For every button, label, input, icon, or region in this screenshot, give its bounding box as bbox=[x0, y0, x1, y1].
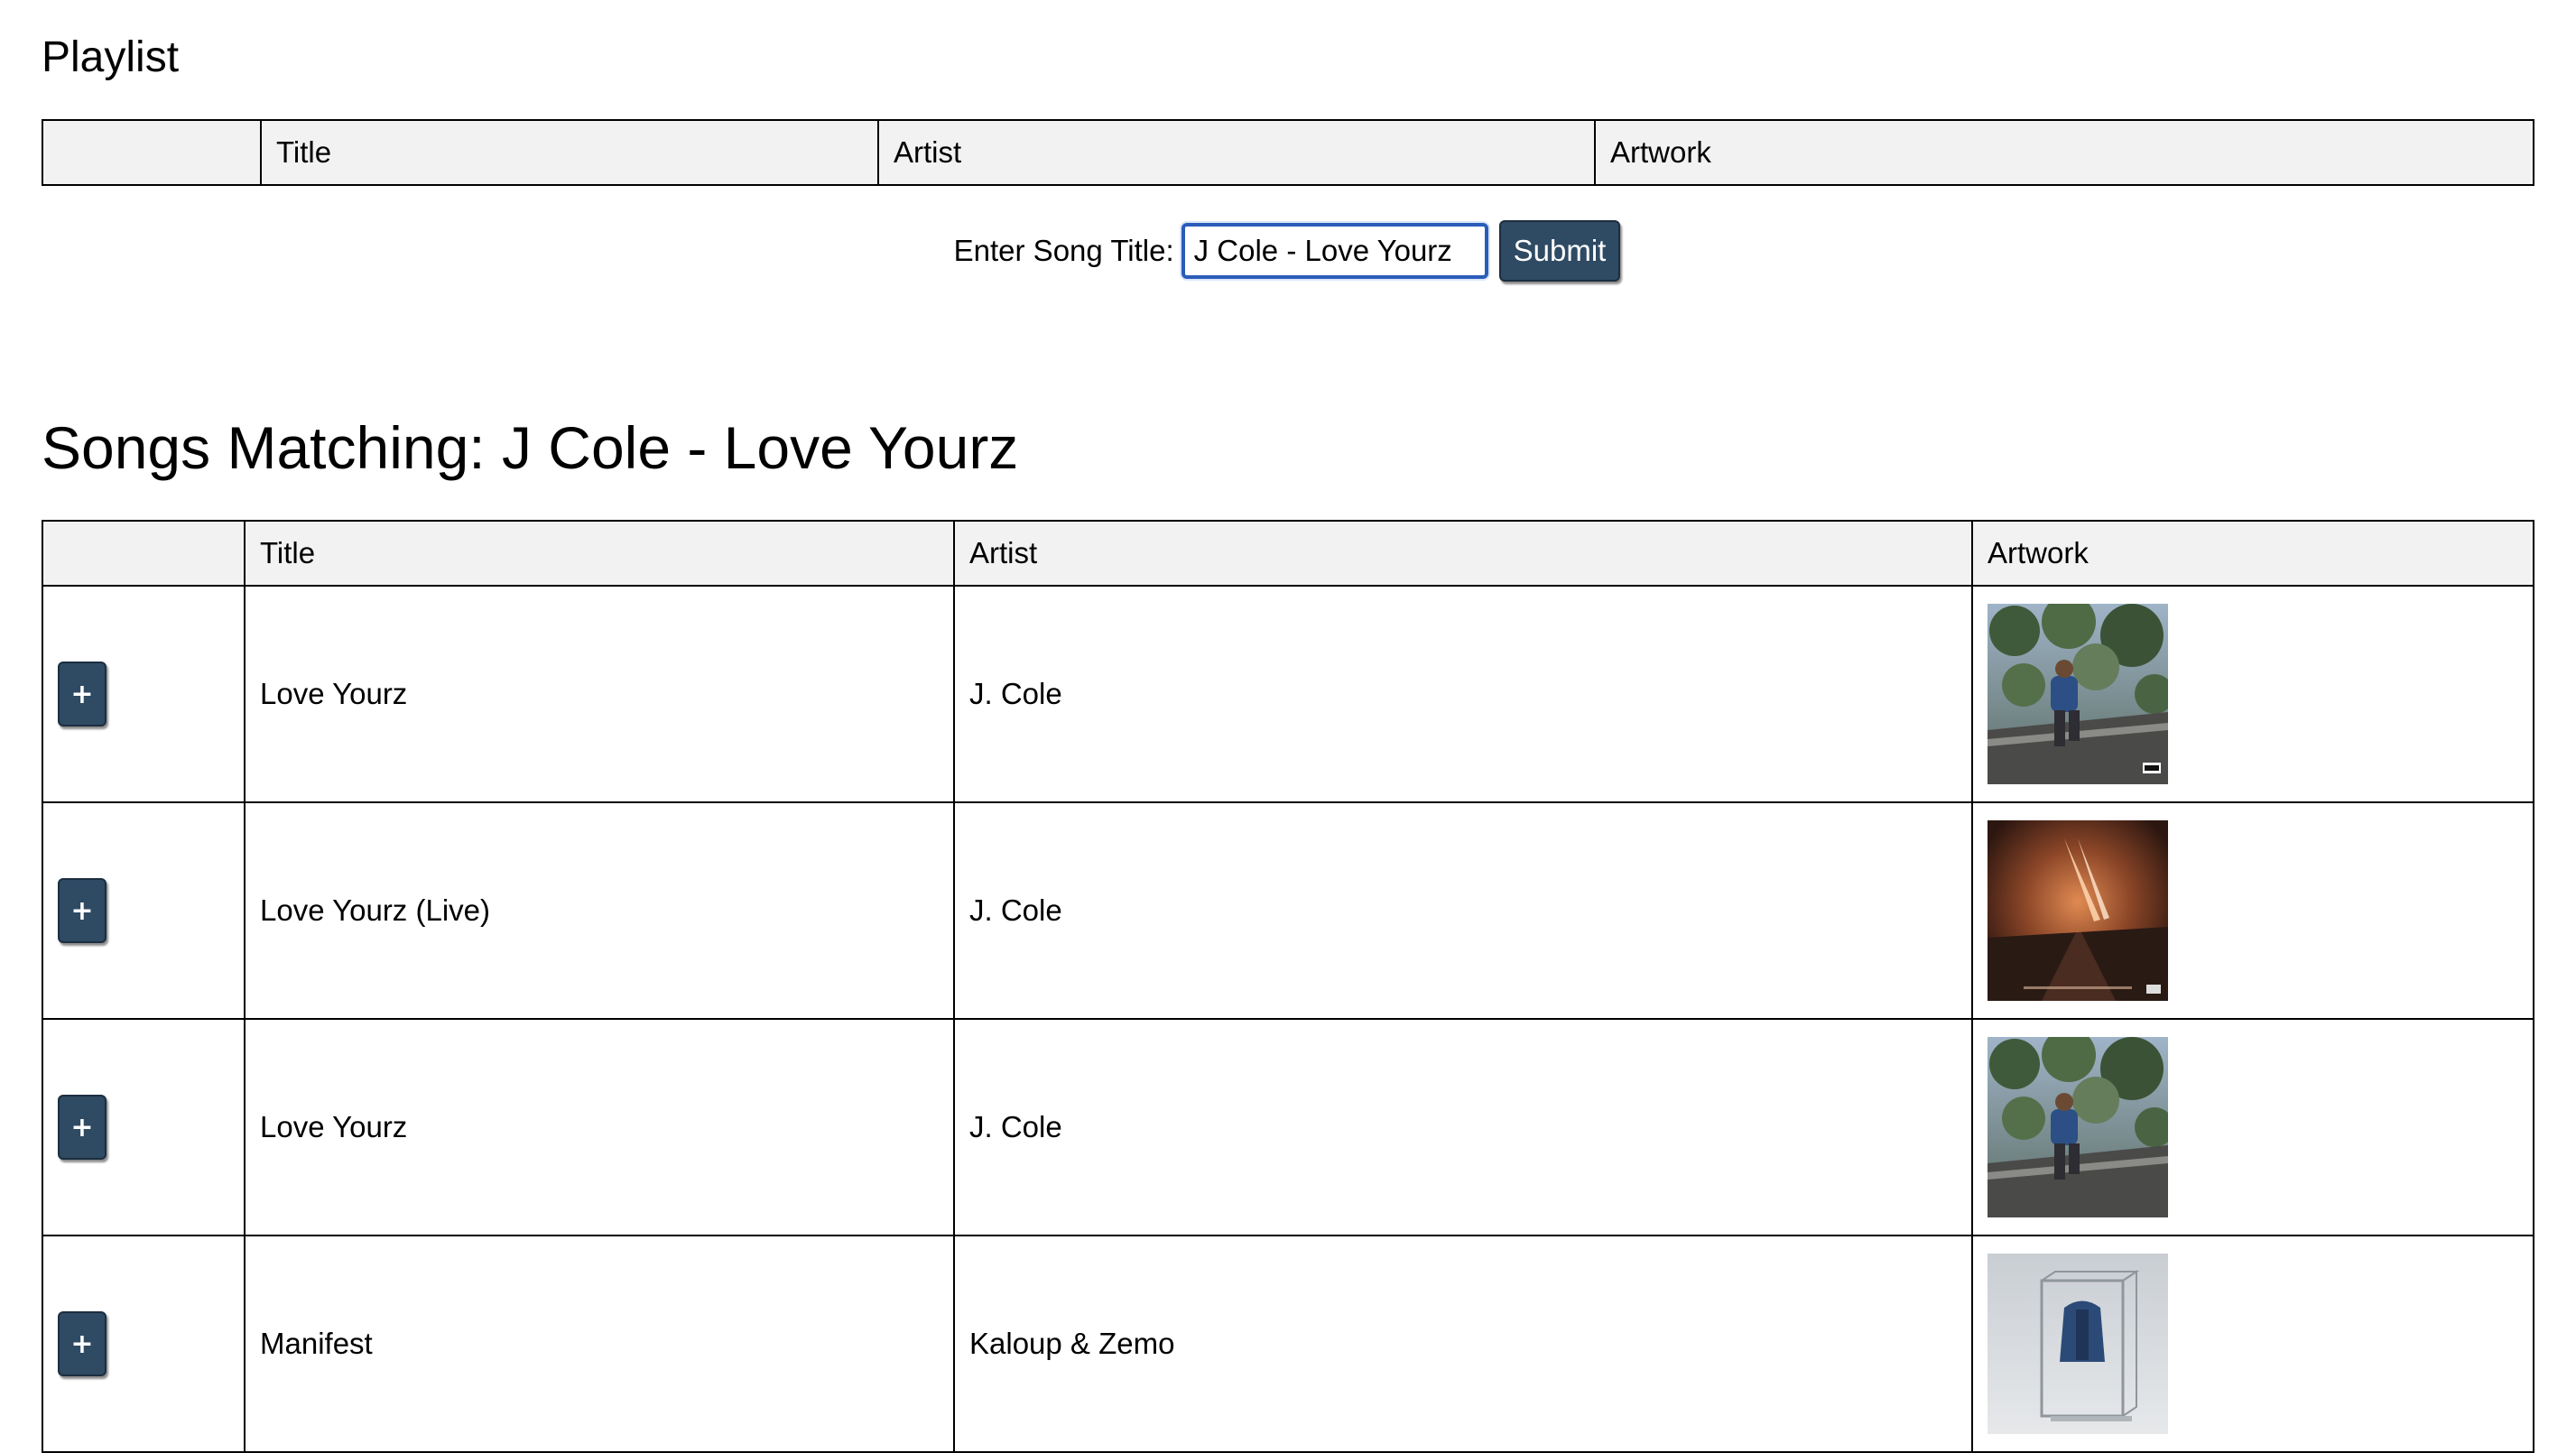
results-header-artwork: Artwork bbox=[1971, 520, 2534, 587]
add-to-playlist-button[interactable]: + bbox=[58, 1311, 107, 1376]
playlist-header-title: Title bbox=[260, 119, 879, 186]
song-title: Love Yourz bbox=[244, 585, 955, 803]
album-artwork bbox=[1988, 1254, 2168, 1434]
add-cell: + bbox=[42, 585, 246, 803]
song-artist: Kaloup & Zemo bbox=[953, 1235, 1973, 1453]
playlist-title: Playlist bbox=[42, 33, 180, 81]
table-row: + Manifest Kaloup & Zemo bbox=[42, 1235, 2534, 1453]
song-title: Love Yourz bbox=[244, 1018, 955, 1236]
song-title: Manifest bbox=[244, 1235, 955, 1453]
song-artist: J. Cole bbox=[953, 585, 1973, 803]
artwork-cell bbox=[1971, 585, 2534, 803]
song-artist: J. Cole bbox=[953, 801, 1973, 1020]
add-cell: + bbox=[42, 801, 246, 1020]
album-artwork bbox=[1988, 604, 2168, 784]
add-cell: + bbox=[42, 1018, 246, 1236]
album-artwork bbox=[1988, 820, 2168, 1001]
results-header-title: Title bbox=[244, 520, 955, 587]
playlist-header-artwork: Artwork bbox=[1594, 119, 2534, 186]
playlist-table: Title Artist Artwork bbox=[42, 119, 2534, 186]
add-to-playlist-button[interactable]: + bbox=[58, 662, 107, 726]
artwork-cell bbox=[1971, 801, 2534, 1020]
submit-button[interactable]: Submit bbox=[1498, 220, 1621, 282]
results-header-row: Title Artist Artwork bbox=[42, 520, 2534, 587]
song-artist: J. Cole bbox=[953, 1018, 1973, 1236]
album-artwork bbox=[1988, 1037, 2168, 1217]
results-header-artist: Artist bbox=[953, 520, 1973, 587]
artwork-cell bbox=[1971, 1018, 2534, 1236]
table-row: + Love Yourz J. Cole bbox=[42, 1018, 2534, 1236]
add-cell: + bbox=[42, 1235, 246, 1453]
results-table: Title Artist Artwork + Love Yourz J. Col… bbox=[42, 520, 2534, 1453]
results-heading: Songs Matching: J Cole - Love Yourz bbox=[42, 414, 1019, 481]
add-to-playlist-button[interactable]: + bbox=[58, 1095, 107, 1160]
add-to-playlist-button[interactable]: + bbox=[58, 878, 107, 943]
search-form: Enter Song Title: Submit bbox=[42, 220, 2533, 282]
song-title-input[interactable] bbox=[1181, 223, 1488, 279]
playlist-header-row: Title Artist Artwork bbox=[42, 119, 2534, 186]
song-title: Love Yourz (Live) bbox=[244, 801, 955, 1020]
results-header-action bbox=[42, 520, 246, 587]
search-label: Enter Song Title: bbox=[953, 234, 1174, 267]
table-row: + Love Yourz (Live) J. Cole bbox=[42, 801, 2534, 1020]
artwork-cell bbox=[1971, 1235, 2534, 1453]
playlist-header-artist: Artist bbox=[877, 119, 1596, 186]
playlist-header-action bbox=[42, 119, 262, 186]
table-row: + Love Yourz J. Cole bbox=[42, 585, 2534, 803]
